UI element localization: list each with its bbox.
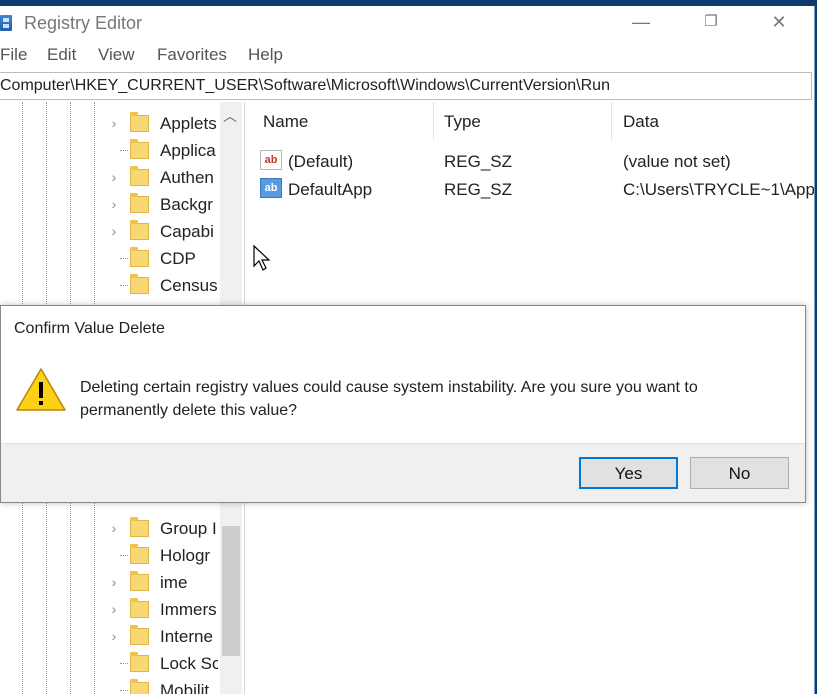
expand-chevron-icon[interactable]: ›: [108, 575, 120, 589]
tree-item[interactable]: › Immers: [108, 596, 220, 623]
tree-item-label: Hologr: [160, 546, 211, 565]
tree-item[interactable]: Census: [108, 272, 220, 299]
folder-icon: [130, 247, 149, 267]
window-title: Registry Editor: [24, 13, 143, 33]
value-name: DefaultApp: [288, 180, 373, 199]
folder-icon: [130, 571, 149, 591]
menu-view[interactable]: View: [98, 45, 135, 65]
warning-icon: [16, 368, 66, 411]
close-button[interactable]: ✕: [756, 6, 802, 40]
mouse-pointer-icon: [253, 244, 271, 271]
column-header-data[interactable]: Data: [612, 102, 814, 140]
tree-item[interactable]: Lock Sc: [108, 650, 220, 677]
maximize-button[interactable]: ❐: [688, 6, 734, 40]
tree-item-label: Backgr: [160, 195, 213, 214]
dialog-message: Deleting certain registry values could c…: [80, 379, 698, 419]
expand-chevron-icon[interactable]: ›: [108, 197, 120, 211]
scrollbar-thumb[interactable]: [222, 526, 240, 656]
menu-edit[interactable]: Edit: [47, 45, 76, 65]
scroll-up-chevron-icon[interactable]: ︿: [223, 106, 237, 126]
folder-icon: [130, 625, 149, 645]
tree-item[interactable]: › Group I: [108, 515, 220, 542]
minimize-button[interactable]: —: [618, 6, 664, 40]
no-button[interactable]: No: [690, 457, 789, 489]
tree-item-label: Census: [160, 276, 218, 295]
tree-leaf-line: [120, 663, 128, 664]
value-type: REG_SZ: [444, 180, 513, 199]
string-value-icon: ab: [260, 150, 282, 170]
address-path: Computer\HKEY_CURRENT_USER\Software\Micr…: [0, 77, 610, 94]
folder-icon: [130, 220, 149, 240]
folder-icon: [130, 139, 149, 159]
value-name: (Default): [288, 152, 354, 171]
tree-leaf-line: [120, 150, 128, 151]
column-header-type[interactable]: Type: [434, 102, 612, 140]
title-bar[interactable]: Registry Editor — ❐ ✕: [0, 6, 814, 40]
tree-item-label: CDP: [160, 249, 196, 268]
tree-item-label: Applica: [160, 141, 216, 160]
tree-item[interactable]: › Authen: [108, 164, 220, 191]
tree-item-label: Applets: [160, 114, 217, 133]
folder-icon: [130, 166, 149, 186]
yes-button[interactable]: Yes: [579, 457, 678, 489]
folder-icon: [130, 193, 149, 213]
tree-item-label: Group I: [160, 519, 217, 538]
expand-chevron-icon[interactable]: ›: [108, 224, 120, 238]
string-value-icon: ab: [260, 178, 282, 198]
tree-item-label: Authen: [160, 168, 214, 187]
dialog-button-bar: Yes No: [1, 443, 805, 502]
tree-item[interactable]: Mobilit: [108, 677, 220, 694]
expand-chevron-icon[interactable]: ›: [108, 602, 120, 616]
value-data: C:\Users\TRYCLE~1\App: [623, 180, 814, 199]
tree-item-label: Immers: [160, 600, 217, 619]
address-bar[interactable]: Computer\HKEY_CURRENT_USER\Software\Micr…: [0, 72, 812, 100]
folder-icon: [130, 274, 149, 294]
menu-file[interactable]: File: [0, 45, 27, 65]
tree-item-label: ime: [160, 573, 188, 592]
value-type: REG_SZ: [444, 152, 513, 171]
value-row[interactable]: ab DefaultApp REG_SZ C:\Users\TRYCLE~1\A…: [252, 176, 814, 202]
folder-icon: [130, 598, 149, 618]
tree-item[interactable]: › Backgr: [108, 191, 220, 218]
folder-icon: [130, 679, 149, 694]
tree-item[interactable]: Applica: [108, 137, 220, 164]
tree-item[interactable]: › Capabi: [108, 218, 220, 245]
tree-item-label: Interne: [160, 627, 213, 646]
tree-leaf-line: [120, 555, 128, 556]
tree-item[interactable]: › ime: [108, 569, 220, 596]
tree-item[interactable]: › Interne: [108, 623, 220, 650]
tree-leaf-line: [120, 258, 128, 259]
expand-chevron-icon[interactable]: ›: [108, 170, 120, 184]
tree-leaf-line: [120, 285, 128, 286]
column-header-name[interactable]: Name: [252, 102, 434, 140]
tree-item-label: Mobilit: [160, 681, 210, 694]
registry-editor-window: Registry Editor — ❐ ✕ File Edit View Fav…: [0, 6, 815, 694]
value-row[interactable]: ab (Default) REG_SZ (value not set): [252, 148, 814, 174]
tree-item-label: Capabi: [160, 222, 214, 241]
dialog-title: Confirm Value Delete: [14, 320, 165, 337]
tree-item[interactable]: › Applets: [108, 110, 220, 137]
expand-chevron-icon[interactable]: ›: [108, 629, 120, 643]
folder-icon: [130, 652, 149, 672]
folder-icon: [130, 517, 149, 537]
menu-help[interactable]: Help: [248, 45, 283, 65]
folder-icon: [130, 544, 149, 564]
folder-icon: [130, 112, 149, 132]
expand-chevron-icon[interactable]: ›: [108, 521, 120, 535]
menu-bar: File Edit View Favorites Help: [0, 44, 814, 66]
menu-favorites[interactable]: Favorites: [157, 45, 227, 65]
tree-item[interactable]: Hologr: [108, 542, 220, 569]
tree-item-label: Lock Sc: [160, 654, 218, 673]
tree-item[interactable]: CDP: [108, 245, 220, 272]
expand-chevron-icon[interactable]: ›: [108, 116, 120, 130]
registry-editor-icon: [0, 15, 12, 31]
value-data: (value not set): [623, 152, 731, 171]
tree-leaf-line: [120, 690, 128, 691]
confirm-delete-dialog: Confirm Value Delete Deleting certain re…: [0, 305, 806, 503]
